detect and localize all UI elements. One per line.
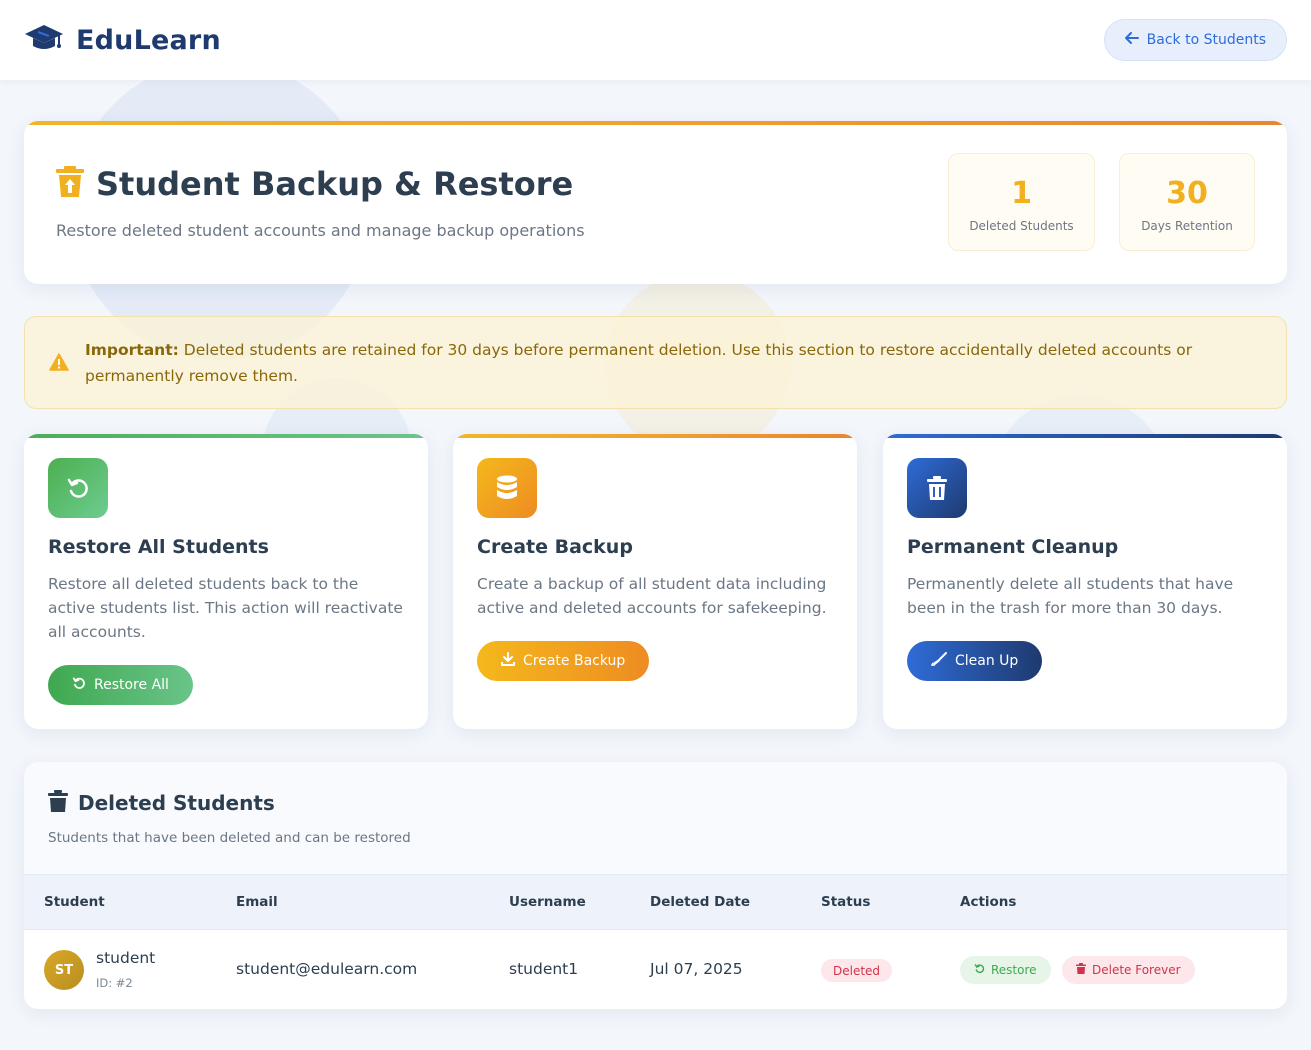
restore-student-button[interactable]: Restore — [960, 956, 1051, 984]
button-label: Create Backup — [523, 653, 626, 669]
clean-up-button[interactable]: Clean Up — [907, 641, 1043, 681]
delete-forever-button[interactable]: Delete Forever — [1062, 956, 1195, 984]
card-accent-stripe — [24, 121, 1287, 125]
column-header-username[interactable]: Username — [509, 894, 586, 910]
section-title: Deleted Students — [78, 791, 275, 815]
action-title: Create Backup — [477, 536, 633, 558]
stat-label: Days Retention — [1141, 219, 1233, 233]
student-name: student — [96, 949, 156, 967]
column-header-actions: Actions — [960, 894, 1017, 910]
action-title: Permanent Cleanup — [907, 536, 1119, 558]
deleted-date: Jul 07, 2025 — [650, 960, 743, 978]
student-id: ID: #2 — [96, 976, 133, 990]
graduation-cap-icon — [24, 23, 64, 57]
undo-icon — [48, 458, 108, 518]
undo-icon — [72, 676, 86, 694]
student-username: student1 — [509, 960, 579, 978]
brand-name: EduLearn — [76, 24, 221, 56]
card-accent-stripe — [24, 434, 428, 438]
download-icon — [501, 652, 515, 670]
table-row: ST student ID: #2 student@edulearn.com s… — [24, 930, 1287, 1009]
brand-logo[interactable]: EduLearn — [24, 23, 221, 57]
trash-icon — [907, 458, 967, 518]
stat-deleted-students: 1 Deleted Students — [948, 153, 1095, 251]
trash-icon — [1076, 963, 1086, 977]
alert-message: Important: Deleted students are retained… — [85, 337, 1265, 389]
undo-icon — [974, 963, 985, 977]
trash-restore-icon — [56, 166, 84, 202]
status-badge: Deleted — [821, 959, 893, 982]
database-icon — [477, 458, 537, 518]
action-description: Permanently delete all students that hav… — [907, 575, 1234, 617]
alert-body: Deleted students are retained for 30 day… — [85, 341, 1193, 385]
button-label: Clean Up — [955, 653, 1019, 669]
action-title: Restore All Students — [48, 536, 269, 558]
column-header-student[interactable]: Student — [44, 894, 105, 910]
avatar: ST — [44, 950, 84, 990]
button-label: Restore — [991, 963, 1037, 977]
deleted-students-panel: Deleted Students Students that have been… — [24, 762, 1287, 1009]
page-subtitle: Restore deleted student accounts and man… — [56, 221, 585, 240]
create-backup-card: Create Backup Create a backup of all stu… — [453, 434, 857, 729]
card-accent-stripe — [883, 434, 1287, 438]
warning-triangle-icon — [49, 353, 69, 375]
arrow-left-icon — [1124, 32, 1139, 48]
column-header-email[interactable]: Email — [236, 894, 278, 910]
top-navbar: EduLearn Back to Students — [0, 0, 1311, 80]
column-header-deleted-date[interactable]: Deleted Date — [650, 894, 750, 910]
stat-value: 1 — [1011, 176, 1032, 211]
stat-days-retention: 30 Days Retention — [1119, 153, 1255, 251]
broom-icon — [930, 652, 947, 670]
section-subtitle: Students that have been deleted and can … — [48, 830, 411, 846]
button-label: Delete Forever — [1092, 963, 1181, 977]
alert-strong: Important: — [85, 341, 179, 359]
page-header-card: Student Backup & Restore Restore deleted… — [24, 121, 1287, 284]
action-description: Create a backup of all student data incl… — [477, 575, 827, 617]
column-header-status[interactable]: Status — [821, 894, 870, 910]
button-label: Restore All — [94, 677, 169, 693]
create-backup-button[interactable]: Create Backup — [477, 641, 650, 681]
permanent-cleanup-card: Permanent Cleanup Permanently delete all… — [883, 434, 1287, 729]
back-to-students-button[interactable]: Back to Students — [1103, 19, 1287, 61]
table-header: Student Email Username Deleted Date Stat… — [24, 874, 1287, 930]
retention-alert: Important: Deleted students are retained… — [24, 316, 1287, 409]
action-description: Restore all deleted students back to the… — [48, 575, 403, 641]
trash-icon — [48, 790, 68, 816]
stat-value: 30 — [1166, 176, 1208, 211]
back-button-label: Back to Students — [1146, 32, 1266, 48]
student-email: student@edulearn.com — [236, 960, 418, 978]
page-title: Student Backup & Restore — [96, 165, 574, 203]
stat-label: Deleted Students — [969, 219, 1074, 233]
restore-all-button[interactable]: Restore All — [48, 665, 193, 705]
card-accent-stripe — [453, 434, 857, 438]
restore-all-card: Restore All Students Restore all deleted… — [24, 434, 428, 729]
